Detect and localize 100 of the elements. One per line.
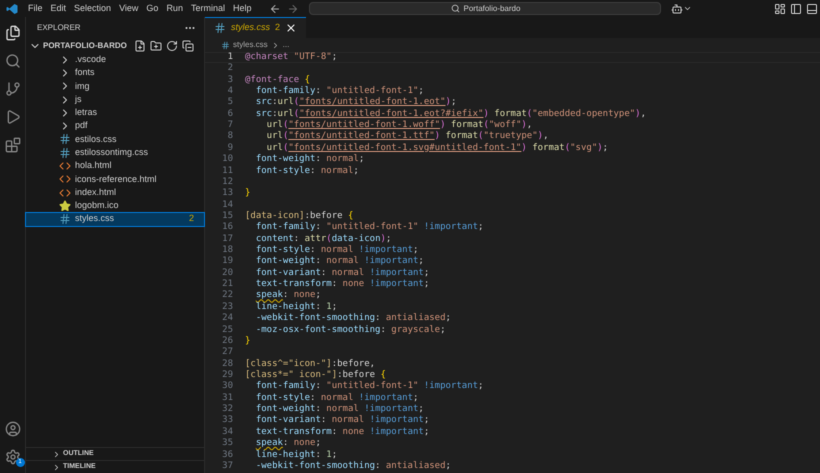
new-folder-icon[interactable] — [150, 40, 162, 52]
file-name: index.html — [75, 186, 116, 199]
file-tree-item[interactable]: styles.css 2 — [26, 212, 204, 226]
file-tree-item[interactable]: js — [26, 92, 204, 106]
hash-icon — [59, 133, 71, 146]
menu-item[interactable]: Edit — [46, 2, 70, 16]
file-tree-item[interactable]: pdf — [26, 119, 204, 133]
search-icon[interactable] — [4, 53, 20, 69]
line-number: 1 — [226, 52, 234, 63]
layout-icon[interactable] — [774, 2, 786, 14]
code-line: line-height: 1; — [254, 300, 338, 313]
editor-tab[interactable]: styles.css 2 — [205, 17, 306, 38]
breadcrumb-item[interactable]: ... — [282, 39, 290, 51]
line-number: 21 — [221, 278, 234, 290]
problem-count: 2 — [188, 212, 194, 226]
menu-item[interactable]: Selection — [70, 2, 116, 16]
chevron-down-icon[interactable] — [683, 4, 692, 13]
robot-icon[interactable] — [671, 2, 684, 14]
code-line: -webkit-font-smoothing: antialiased; — [254, 460, 451, 473]
code-line: font-style: normal !important; — [254, 392, 418, 404]
explorer-title: EXPLORER — [37, 22, 81, 34]
code-line: text-transform: none !important; — [254, 426, 430, 438]
back-icon[interactable] — [269, 2, 282, 14]
folder-title[interactable]: PORTAFOLIO-BARDO — [43, 40, 127, 52]
panel-bottom-icon[interactable] — [806, 2, 818, 14]
code-line: font-weight: normal !important; — [254, 403, 424, 415]
line-number: 18 — [221, 244, 234, 256]
file-tree-item[interactable]: .vscode — [26, 53, 204, 66]
file-tree-item[interactable]: estilossontimg.css — [26, 146, 204, 160]
file-tree-item[interactable]: fonts — [26, 66, 204, 80]
line-number: 3 — [226, 74, 234, 86]
file-name: js — [75, 92, 82, 106]
settings-icon[interactable] — [4, 449, 20, 465]
new-file-icon[interactable] — [134, 40, 146, 52]
menu-item[interactable]: File — [24, 2, 47, 16]
code-line: line-height: 1; — [254, 448, 338, 461]
code-line: font-weight: normal !important; — [254, 255, 424, 268]
code-line: font-family: "untitled-font-1" !important; — [254, 380, 484, 393]
line-number: 19 — [221, 255, 234, 268]
search-icon — [450, 4, 460, 13]
code-line: -moz-osx-font-smoothing: grayscale; — [254, 324, 446, 337]
line-number: 4 — [226, 85, 234, 98]
line-number: 6 — [226, 108, 234, 120]
breadcrumb-item[interactable]: styles.css — [233, 39, 268, 51]
code-line: [class^="icon-"]:before, — [245, 358, 376, 370]
menu-item[interactable]: Terminal — [186, 2, 229, 16]
line-number: 10 — [221, 153, 234, 166]
menu-item[interactable]: View — [115, 2, 142, 16]
line-number: 27 — [221, 346, 234, 359]
file-tree-item[interactable]: estilos.css — [26, 132, 204, 146]
line-number: 17 — [221, 232, 234, 245]
file-name: estilossontimg.css — [75, 146, 148, 159]
line-number: 12 — [221, 176, 234, 188]
code-line: } — [245, 334, 250, 348]
file-name: .vscode — [75, 52, 106, 66]
extensions-icon[interactable] — [4, 137, 20, 153]
file-tree-item[interactable]: logobm.ico — [26, 199, 204, 213]
file-name: estilos.css — [75, 132, 117, 146]
star-icon — [59, 200, 71, 212]
run-icon[interactable] — [4, 109, 20, 125]
files-icon[interactable] — [4, 25, 20, 41]
code-editor[interactable] — [205, 52, 820, 473]
line-number: 16 — [221, 221, 234, 234]
file-tree-item[interactable]: letras — [26, 106, 204, 120]
line-number: 29 — [221, 369, 234, 381]
file-tree-item[interactable]: icons-reference.html — [26, 172, 204, 186]
code-line: [data-icon]:before { — [245, 210, 354, 222]
account-icon[interactable] — [4, 421, 20, 437]
panel-left-icon[interactable] — [790, 2, 802, 14]
collapse-icon[interactable] — [182, 40, 194, 52]
line-number: 25 — [221, 324, 234, 336]
branch-icon[interactable] — [4, 81, 20, 97]
code-line: src:url("fonts/untitled-font-1.eot"); — [254, 96, 456, 109]
menu-item[interactable]: Run — [162, 2, 187, 16]
line-number: 35 — [221, 437, 234, 450]
code-line: @charset "UTF-8"; — [245, 52, 338, 64]
line-number: 34 — [221, 426, 234, 438]
code-line: url("fonts/untitled-font-1.woff") format("woff"), — [266, 119, 532, 131]
file-tree-item[interactable]: hola.html — [26, 159, 204, 173]
code-line: font-style: normal; — [254, 164, 359, 178]
close-icon[interactable] — [285, 22, 298, 34]
code-line: } — [245, 187, 250, 200]
hash-icon — [59, 213, 71, 226]
file-tree-item[interactable]: img — [26, 80, 204, 93]
line-number: 20 — [221, 266, 234, 279]
file-tree-item[interactable]: index.html — [26, 186, 204, 200]
code-line: [class*=" icon-"]:before { — [245, 369, 386, 381]
hash-icon — [221, 40, 230, 50]
line-number: 30 — [221, 380, 234, 393]
menu-item[interactable]: Help — [228, 2, 256, 16]
line-number: 37 — [221, 460, 234, 473]
command-center-field[interactable]: Portafolio-bardo — [309, 2, 662, 15]
forward-icon[interactable] — [287, 2, 300, 14]
file-name: icons-reference.html — [75, 172, 157, 186]
code-line: @font-face { — [245, 74, 310, 86]
refresh-icon[interactable] — [166, 40, 178, 52]
menu-item[interactable]: Go — [142, 2, 162, 16]
code-line: font-style: normal !important; — [254, 244, 418, 256]
code-line: font-weight: normal; — [254, 153, 364, 166]
code-line: url("fonts/untitled-font-1.svg#untitled-font-1") format("svg"); — [266, 142, 608, 154]
